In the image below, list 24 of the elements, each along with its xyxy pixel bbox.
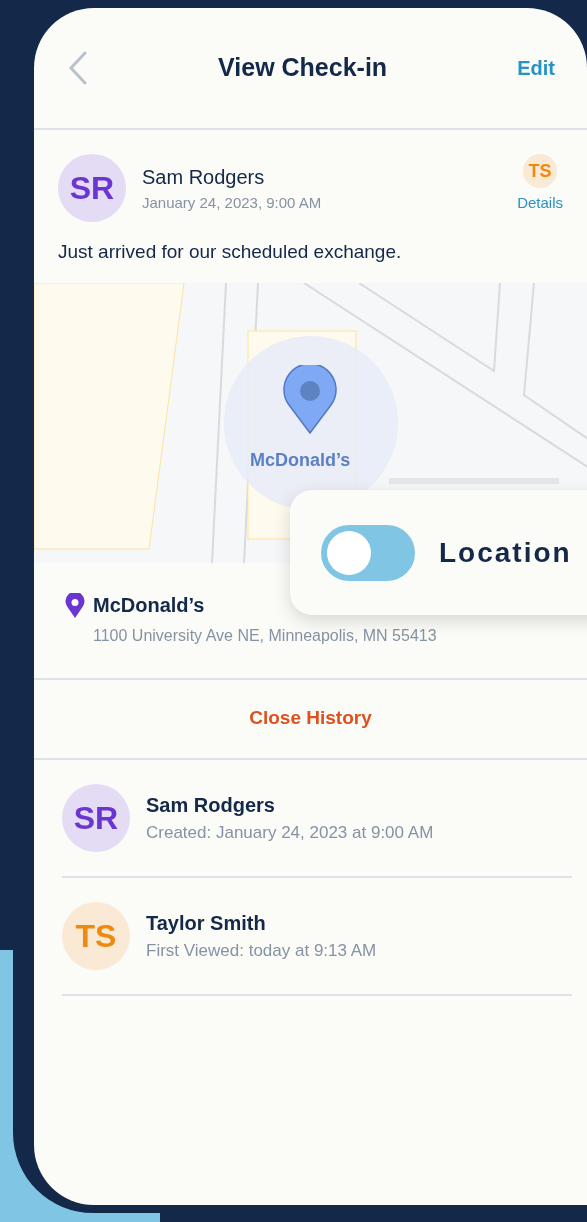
place-name: McDonald’s — [93, 592, 206, 618]
timestamp: January 24, 2023, 9:00 AM — [142, 192, 323, 213]
back-chevron-icon — [68, 51, 88, 85]
history-detail: First Viewed: today at 9:13 AM — [146, 939, 377, 962]
person-name: Sam Rodgers — [146, 792, 276, 818]
location-pin-icon — [65, 592, 85, 619]
pin-label: McDonald’s — [250, 448, 351, 472]
location-toggle[interactable] — [321, 524, 415, 581]
person-name: Taylor Smith — [146, 910, 267, 936]
edit-link[interactable]: Edit — [517, 53, 555, 83]
avatar: TS — [523, 154, 558, 188]
close-history-link[interactable]: Close History — [249, 704, 372, 733]
map-pin-icon — [283, 364, 337, 435]
message-text: Just arrived for our scheduled exchange. — [58, 240, 403, 264]
history-detail: Created: January 24, 2023 at 9:00 AM — [146, 821, 434, 844]
back-button[interactable] — [68, 51, 88, 85]
avatar: SR — [58, 154, 126, 222]
location-label: Location — [439, 535, 572, 570]
author-name: Sam Rodgers — [142, 164, 266, 190]
place-address: 1100 University Ave NE, Minneapolis, MN 55413 — [93, 625, 437, 646]
avatar: TS — [62, 901, 130, 970]
screen-title: View Check-in — [218, 52, 388, 84]
details-link[interactable]: Details — [517, 192, 563, 215]
avatar: SR — [62, 783, 130, 852]
